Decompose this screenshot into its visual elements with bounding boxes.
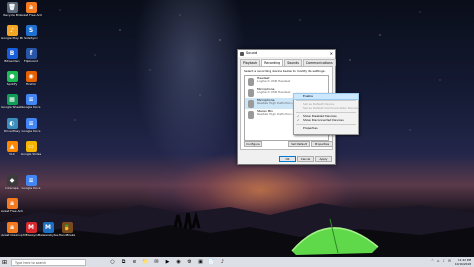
cancel-button[interactable]: Cancel (297, 156, 314, 162)
desktop-icon[interactable]: S SideSync (20, 25, 42, 41)
context-menu: Enable Set as Default Device Set as Defa… (293, 93, 359, 135)
dialog-tabs: Playback Recording Sounds Communications (240, 59, 336, 66)
dialog-titlebar[interactable]: Sound ✕ (238, 50, 335, 57)
desktop-icon[interactable]: f Flipboard (20, 48, 42, 64)
device-item[interactable]: Headset Logitech USB Headset (245, 76, 328, 87)
app-icon: ≡ (25, 118, 37, 129)
app-icon: ◆ (6, 175, 18, 186)
desktop-icon[interactable]: ≡ Google Docs (20, 118, 42, 134)
app-icon: ▲ (6, 141, 18, 152)
app-icon: ≡ (25, 94, 37, 105)
app-icon: f (25, 48, 37, 59)
microphone-icon (248, 88, 254, 97)
taskbar-app-icon[interactable]: ▣ (196, 257, 205, 267)
desktop-icon-label: SideSync (24, 37, 38, 40)
app-icon: a (25, 2, 37, 13)
taskbar: ⊞ Type here to search ○ ⧉ e 📁 ✉ ▶ ◉ ⚙ ▣ 📄 ♪ ^ ⌂ ♪ … (0, 257, 474, 267)
desktop-icon-label: HandBrake (58, 234, 76, 237)
app-icon: ◐ (6, 118, 18, 129)
desktop-icon[interactable]: ≡ Google Docs (20, 94, 42, 110)
tab-communications[interactable]: Communications (302, 59, 336, 66)
app-icon: ♪ (6, 25, 18, 36)
start-button[interactable]: ⊞ (0, 257, 9, 267)
app-icon: ▭ (25, 141, 37, 152)
menu-item-properties[interactable]: Properties (294, 126, 358, 131)
microphone-icon (248, 99, 254, 108)
set-default-button[interactable]: Set Default (288, 141, 310, 147)
tray-icons[interactable]: ^ ⌂ ♪ ✉ (431, 259, 452, 263)
desktop: 🗑Recycle BinaAvast Free Antivirus♪Google… (0, 0, 474, 257)
app-icon: M (42, 222, 54, 233)
desktop-icon-label: Google Docs (21, 187, 41, 190)
desktop-icon-label: Google Docs (21, 130, 41, 133)
desktop-icon-label: Google Docs (21, 106, 41, 109)
menu-item-set-default-communication[interactable]: Set as Default Communication Device (294, 106, 358, 111)
app-icon: ● (6, 71, 18, 82)
tab-sounds[interactable]: Sounds (284, 59, 302, 66)
taskbar-apps: ○ ⧉ e 📁 ✉ ▶ ◉ ⚙ ▣ 📄 ♪ (106, 257, 227, 267)
menu-separator (296, 123, 356, 125)
mountain-silhouette (0, 203, 474, 257)
tab-recording[interactable]: Recording (261, 59, 284, 66)
taskbar-app-icon[interactable]: 📁 (141, 257, 150, 267)
menu-item-show-disconnected[interactable]: ✓ Show Disconnected Devices (294, 118, 358, 123)
speaker-icon (240, 51, 244, 56)
menu-item-enable[interactable]: Enable (293, 93, 359, 100)
app-icon: ◉ (25, 71, 37, 82)
desktop-icon[interactable]: ▭ Google Slides (20, 141, 42, 157)
app-icon: 🍍 (61, 222, 73, 233)
desktop-icon[interactable]: ◉ Firefox (20, 71, 42, 87)
menu-separator (296, 99, 356, 101)
desktop-icon-label: Avast Free Antivirus (20, 14, 42, 17)
desktop-icon-label: Avast Free Antivirus (1, 210, 23, 213)
taskbar-app-icon[interactable]: ⚙ (185, 257, 194, 267)
ok-button[interactable]: OK (279, 156, 296, 162)
close-icon[interactable]: ✕ (330, 50, 333, 57)
clock[interactable]: 11:22 PM 10/16/2018 (455, 258, 471, 266)
desktop-icon[interactable]: aAvast Free Antivirus (20, 2, 42, 18)
instruction-text: Select a recording device below to modif… (244, 69, 326, 73)
app-icon: M (25, 222, 37, 233)
taskbar-app-icon[interactable]: ✉ (152, 257, 161, 267)
app-icon: S (25, 25, 37, 36)
menu-separator (296, 111, 356, 113)
desktop-icon-label: Google Slides (20, 153, 42, 156)
configure-button[interactable]: Configure (244, 141, 262, 147)
desktop-icon[interactable]: ≡ Google Docs (20, 175, 42, 191)
taskbar-app-icon[interactable]: ⧉ (119, 257, 128, 267)
dialog-title: Sound (246, 51, 258, 55)
desktop-icon[interactable]: aAvast Free Antivirus (1, 198, 23, 214)
app-icon: B (6, 48, 18, 59)
app-icon: a (6, 198, 18, 209)
clock-date: 10/16/2018 (454, 262, 471, 266)
taskbar-app-icon[interactable]: 📄 (207, 257, 216, 267)
taskbar-app-icon[interactable]: e (130, 257, 139, 267)
stereo-mix-icon (248, 110, 254, 119)
tab-playback[interactable]: Playback (240, 59, 261, 66)
app-icon: ≡ (25, 175, 37, 186)
headset-icon (248, 77, 254, 86)
app-icon: 🗑 (6, 2, 18, 13)
taskbar-app-icon[interactable]: ♪ (218, 257, 227, 267)
taskbar-app-icon[interactable]: ▶ (163, 257, 172, 267)
app-icon: a (6, 222, 18, 233)
desktop-icon[interactable]: 🍍 HandBrake (56, 222, 78, 238)
app-icon: ▦ (6, 94, 18, 105)
taskbar-app-icon[interactable]: ○ (108, 257, 117, 267)
apply-button[interactable]: Apply (315, 156, 332, 162)
properties-button[interactable]: Properties (311, 141, 333, 147)
taskbar-app-icon[interactable]: ◉ (174, 257, 183, 267)
desktop-icon-label: Firefox (26, 83, 36, 86)
checkmark-icon: ✓ (297, 118, 300, 123)
search-box[interactable]: Type here to search (11, 258, 86, 266)
desktop-icon-label: Flipboard (24, 60, 38, 63)
